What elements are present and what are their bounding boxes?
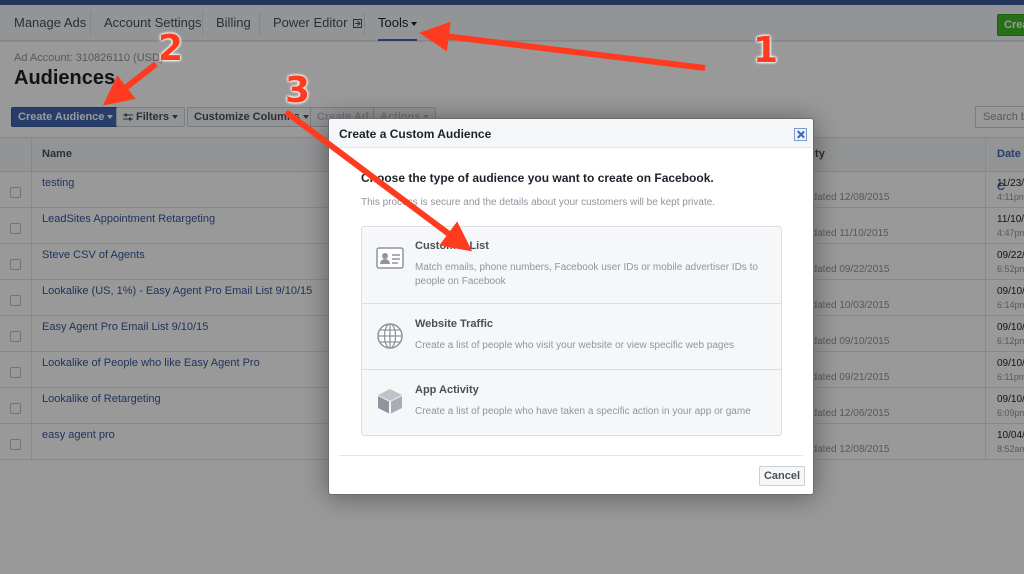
dialog-footer-divider <box>339 455 803 456</box>
annotation-number-3: 3 <box>285 70 311 111</box>
option-description: Create a list of people who visit your w… <box>415 340 735 351</box>
cancel-button[interactable]: Cancel <box>759 466 805 486</box>
option-description: Create a list of people who have taken a… <box>415 406 751 417</box>
contact-card-icon <box>376 247 404 269</box>
option-title: Website Traffic <box>415 318 494 330</box>
annotation-number-2: 2 <box>158 28 184 69</box>
dialog-privacy-note: This process is secure and the details a… <box>361 197 716 208</box>
dialog-header: Create a Custom Audience <box>329 119 813 148</box>
globe-icon <box>377 323 403 349</box>
option-description: Match emails, phone numbers, Facebook us… <box>415 262 758 287</box>
dialog-title: Create a Custom Audience <box>339 127 492 141</box>
create-custom-audience-dialog: Create a Custom Audience Choose the type… <box>328 118 814 495</box>
audience-type-options: Customer List Match emails, phone number… <box>361 226 782 436</box>
option-title: App Activity <box>415 384 479 396</box>
option-website-traffic[interactable]: Website Traffic Create a list of people … <box>362 304 781 370</box>
box-icon <box>378 389 402 414</box>
option-customer-list[interactable]: Customer List Match emails, phone number… <box>362 227 781 304</box>
option-title: Customer List <box>415 240 489 252</box>
close-icon[interactable] <box>794 128 807 141</box>
dialog-heading: Choose the type of audience you want to … <box>361 171 714 185</box>
annotation-number-1: 1 <box>753 30 779 71</box>
option-app-activity[interactable]: App Activity Create a list of people who… <box>362 370 781 435</box>
